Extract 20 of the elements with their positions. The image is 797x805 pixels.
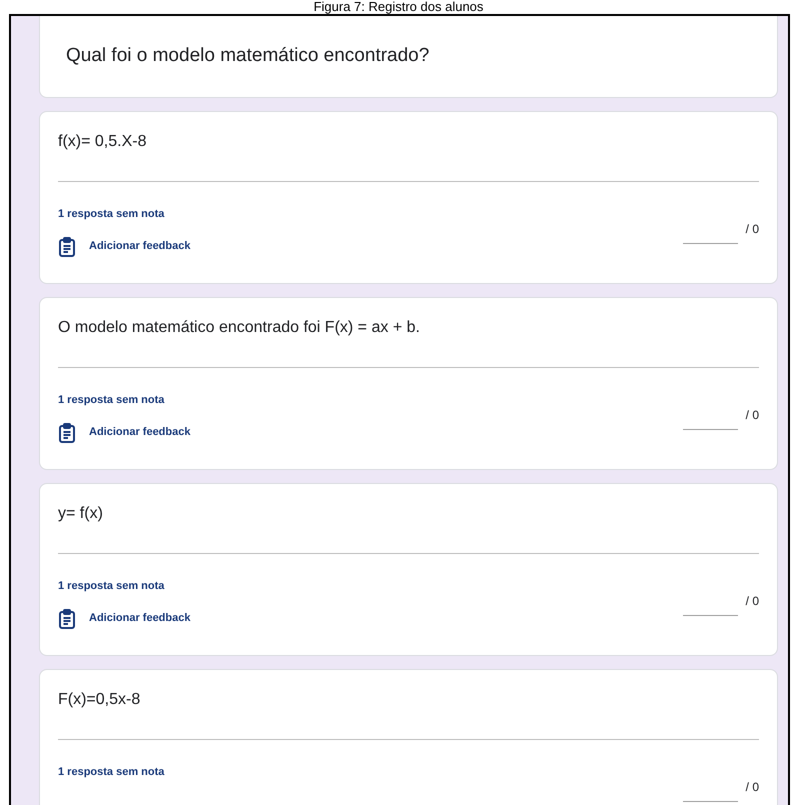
add-feedback-button[interactable]: Adicionar feedback bbox=[58, 608, 190, 628]
max-points: / 0 bbox=[746, 593, 759, 610]
grading-status: 1 resposta sem nota bbox=[58, 579, 164, 594]
add-feedback-button[interactable]: Adicionar feedback bbox=[58, 236, 190, 256]
answer-text: O modelo matemático encontrado foi F(x) = ax + b. bbox=[58, 298, 759, 368]
clipboard-icon bbox=[58, 236, 76, 256]
figure-caption: Figura 7: Registro dos alunos bbox=[312, 0, 484, 14]
max-points: / 0 bbox=[746, 407, 759, 424]
add-feedback-button[interactable]: Adicionar feedback bbox=[58, 422, 190, 442]
grading-status: 1 resposta sem nota bbox=[58, 393, 164, 408]
clipboard-icon bbox=[58, 608, 76, 628]
answer-text: f(x)= 0,5.X-8 bbox=[58, 112, 759, 182]
grading-status: 1 resposta sem nota bbox=[58, 207, 164, 222]
grading-status: 1 resposta sem nota bbox=[58, 765, 164, 780]
question-title: Qual foi o modelo matemático encontrado? bbox=[66, 44, 430, 68]
answer-text: F(x)=0,5x-8 bbox=[58, 670, 759, 740]
answer-text: y= f(x) bbox=[58, 484, 759, 554]
max-points: / 0 bbox=[746, 221, 759, 238]
max-points: / 0 bbox=[746, 779, 759, 796]
clipboard-icon bbox=[58, 422, 76, 442]
